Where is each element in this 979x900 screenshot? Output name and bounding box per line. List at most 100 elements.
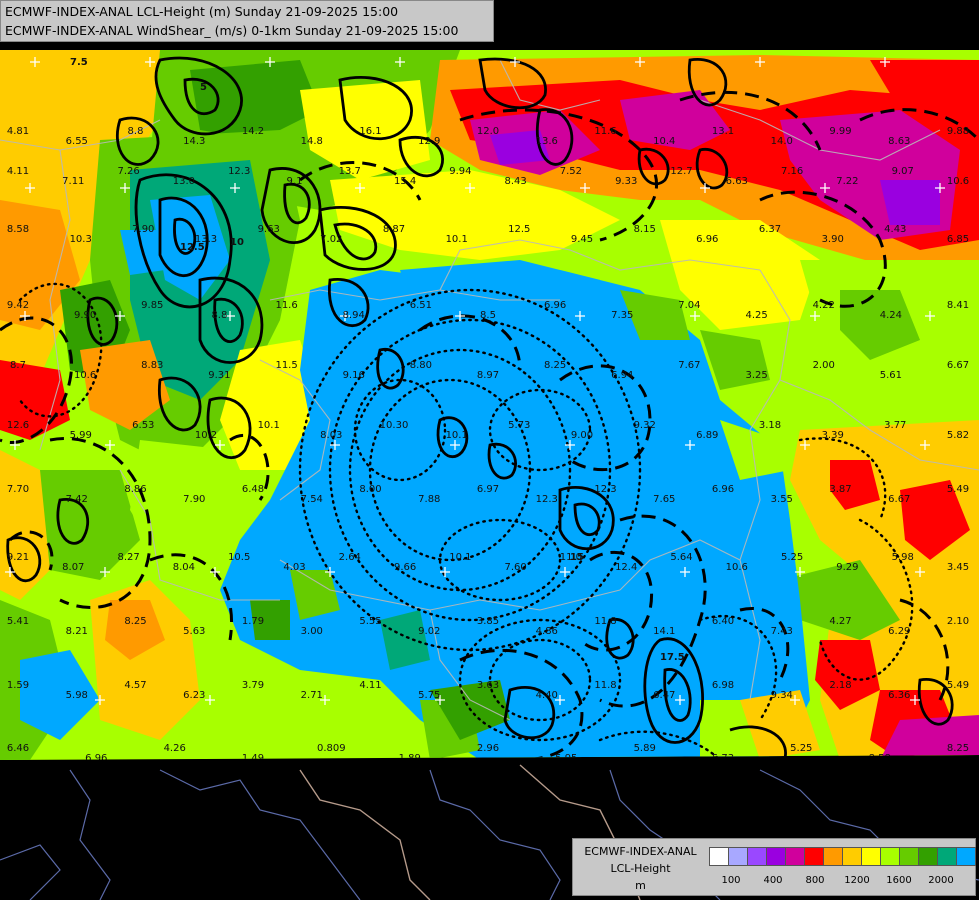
- map-value-label: 5.82: [947, 430, 969, 441]
- map-value-label: 9.02: [418, 626, 440, 637]
- map-value-label: 10.5: [228, 552, 250, 563]
- map-value-label: 3.18: [759, 420, 781, 431]
- map-value-label: 5.61: [880, 370, 902, 381]
- map-value-label: 9.33: [615, 176, 637, 187]
- map-value-label: 6.40: [712, 616, 734, 627]
- contour-level-label: 12.5: [180, 242, 205, 253]
- map-value-label: 8.15: [634, 224, 656, 235]
- map-value-label: 12.3: [228, 166, 250, 177]
- map-value-label: 8.80: [410, 360, 432, 371]
- map-value-label: 3.25: [745, 370, 767, 381]
- map-value-label: 9.88: [947, 126, 969, 137]
- legend-tick-label: 2000: [928, 875, 954, 886]
- map-value-label: 10.4: [653, 136, 675, 147]
- map-value-label: 8.5: [480, 310, 496, 321]
- map-value-label: 7.35: [611, 310, 633, 321]
- legend-swatch: [918, 847, 938, 866]
- map-value-label: 14.1: [653, 626, 675, 637]
- map-value-label: 7.88: [418, 494, 440, 505]
- map-value-label: 8.63: [888, 136, 910, 147]
- map-value-label: 10.6: [947, 176, 969, 187]
- map-value-label: 4.25: [745, 310, 767, 321]
- map-value-label: 9.85: [141, 300, 163, 311]
- map-value-label: 7.70: [7, 484, 29, 495]
- map-value-label: 4.26: [164, 743, 186, 754]
- legend-swatch: [899, 847, 919, 866]
- map-value-label: 10.1: [446, 430, 468, 441]
- map-header: ECMWF-INDEX-ANAL LCL-Height (m) Sunday 2…: [0, 0, 494, 42]
- map-value-label: 2.64: [339, 552, 361, 563]
- map-value-label: 3.45: [947, 562, 969, 573]
- map-value-label: 6.46: [7, 743, 29, 754]
- map-value-label: 11.6: [594, 126, 616, 137]
- legend-tick-label: 400: [763, 875, 783, 886]
- map-value-label: 4.40: [536, 690, 558, 701]
- map-value-label: 4.43: [884, 224, 906, 235]
- map-value-label: 8.03: [320, 430, 342, 441]
- map-value-label: 9.31: [208, 370, 230, 381]
- map-value-label: 6.36: [888, 690, 910, 701]
- map-value-label: 8.25: [544, 360, 566, 371]
- legend-tick-label: 1600: [886, 875, 912, 886]
- map-value-label: 14.2: [242, 126, 264, 137]
- legend-swatch: [937, 847, 957, 866]
- legend-swatch: [747, 847, 767, 866]
- map-value-label: 13.0: [173, 176, 195, 187]
- map-value-label: 4.11: [359, 680, 381, 691]
- map-value-label: 5.89: [634, 743, 656, 754]
- map-value-label: 8.58: [7, 224, 29, 235]
- map-value-label: 8.21: [66, 626, 88, 637]
- map-value-label: 5.99: [70, 430, 92, 441]
- map-value-label: 5.49: [947, 484, 969, 495]
- map-value-label: 6.47: [653, 690, 675, 701]
- map-value-label: 9.99: [829, 126, 851, 137]
- map-value-label: 4.11: [7, 166, 29, 177]
- map-value-label: 13.7: [339, 166, 361, 177]
- contour-level-label: 5: [200, 82, 207, 93]
- map-value-label: 4.22: [813, 300, 835, 311]
- map-value-label: 6.51: [410, 300, 432, 311]
- map-value-label: 6.23: [183, 690, 205, 701]
- map-value-label: 7.02: [320, 234, 342, 245]
- weather-map: 4.81 6.55 8.8 14.3 14.2 14.8 16.1 12.9 12.0 13.6 1…: [0, 0, 979, 900]
- map-value-label: 10.1: [258, 420, 280, 431]
- map-value-label: 4.81: [7, 126, 29, 137]
- map-value-label: 5.64: [670, 552, 692, 563]
- map-value-label: 6.85: [947, 234, 969, 245]
- map-value-label: 8.00: [359, 484, 381, 495]
- map-value-label: 10.3: [70, 234, 92, 245]
- map-value-label: 7.11: [62, 176, 84, 187]
- map-value-label: 12.7: [670, 166, 692, 177]
- map-value-label: 9.29: [836, 562, 858, 573]
- map-value-label: 2.10: [947, 616, 969, 627]
- map-value-label: 16.1: [359, 126, 381, 137]
- map-value-label: 12.0: [477, 126, 499, 137]
- map-value-label: 10.1: [446, 234, 468, 245]
- map-value-label: 9.90: [74, 310, 96, 321]
- header-title-line: ECMWF-INDEX-ANAL LCL-Height (m) Sunday 2…: [5, 4, 399, 19]
- map-value-label: 6.53: [132, 420, 154, 431]
- map-value-label: 7.90: [183, 494, 205, 505]
- map-value-label: 6.37: [759, 224, 781, 235]
- map-value-label: 9.66: [394, 562, 416, 573]
- map-value-label: 7.26: [117, 166, 139, 177]
- map-value-label: 8.04: [173, 562, 195, 573]
- map-value-label: 7.04: [678, 300, 700, 311]
- map-value-label: 0.809: [317, 743, 346, 754]
- contour-level-label: 7.5: [70, 57, 88, 68]
- map-value-label: 6.29: [888, 626, 910, 637]
- legend-swatch: [766, 847, 786, 866]
- map-value-label: 8.43: [504, 176, 526, 187]
- map-value-label: 6.98: [712, 680, 734, 691]
- legend-swatch: [785, 847, 805, 866]
- color-legend: ECMWF-INDEX-ANAL LCL-Height m 100 400 800 1…: [572, 838, 976, 896]
- map-value-label: 7.60: [504, 562, 526, 573]
- map-value-label: 1.79: [242, 616, 264, 627]
- map-value-label: 2.71: [301, 690, 323, 701]
- map-value-label: 5.63: [183, 626, 205, 637]
- map-value-label: 9.00: [571, 430, 593, 441]
- map-value-label: 10.6: [726, 562, 748, 573]
- map-value-label: 8.27: [117, 552, 139, 563]
- map-value-label: 3.79: [242, 680, 264, 691]
- map-value-label: 6.48: [242, 484, 264, 495]
